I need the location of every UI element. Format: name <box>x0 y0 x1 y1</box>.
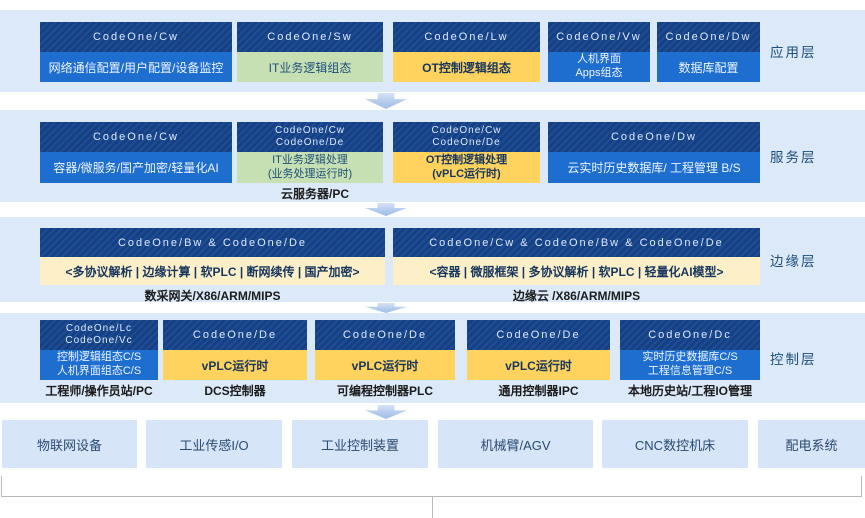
box-header: CodeOne/De <box>163 320 307 350</box>
arch-box-ctrl-station: CodeOne/Lc CodeOne/Vc 控制逻辑组态C/S 人机界面组态C/… <box>40 320 158 380</box>
arch-box-edge-cloud: CodeOne/Cw & CodeOne/Bw & CodeOne/De <容器… <box>393 228 760 285</box>
arch-box-ctrl-history: CodeOne/Dc 实时历史数据库C/S 工程信息管理C/S <box>620 320 760 380</box>
box-body: vPLC运行时 <box>467 350 610 380</box>
hardware-label-dcs: DCS控制器 <box>163 382 307 399</box>
layer-label-control: 控制层 <box>770 313 860 403</box>
device-box-cnc: CNC数控机床 <box>602 420 748 468</box>
box-header: CodeOne/Sw <box>237 22 383 52</box>
device-box-industrial-control: 工业控制装置 <box>292 420 428 468</box>
device-box-power-distribution: 配电系统 <box>758 420 865 468</box>
arch-box-svc-it: CodeOne/Cw CodeOne/De IT业务逻辑处理 (业务处理运行时) <box>237 122 383 183</box>
down-arrow-icon <box>365 303 407 313</box>
device-box-iot: 物联网设备 <box>2 420 137 468</box>
arch-box-app-dw: CodeOne/Dw 数据库配置 <box>657 22 760 82</box>
hardware-label-gateway: 数采网关/X86/ARM/MIPS <box>40 287 385 304</box>
box-header: CodeOne/De <box>467 320 610 350</box>
arch-box-svc-ot: CodeOne/Cw CodeOne/De OT控制逻辑处理 (vPLC运行时) <box>393 122 540 183</box>
box-header: CodeOne/De <box>315 320 455 350</box>
arch-box-ctrl-ipc: CodeOne/De vPLC运行时 <box>467 320 610 380</box>
arch-box-app-vw: CodeOne/Vw 人机界面 Apps组态 <box>548 22 650 82</box>
box-header: CodeOne/Dc <box>620 320 760 350</box>
down-arrow-icon <box>365 405 407 419</box>
box-body: 容器/微服务/国产加密/轻量化AI <box>40 152 232 183</box>
architecture-diagram: CodeOne/Cw 网络通信配置/用户配置/设备监控 CodeOne/Sw I… <box>0 0 865 518</box>
connector-line <box>432 497 433 518</box>
box-body: 云实时历史数据库/ 工程管理 B/S <box>548 152 760 183</box>
arch-box-edge-gateway: CodeOne/Bw & CodeOne/De <多协议解析 | 边缘计算 | … <box>40 228 385 285</box>
hardware-label-edge-cloud: 边缘云 /X86/ARM/MIPS <box>393 287 760 304</box>
device-box-sensor-io: 工业传感I/O <box>146 420 282 468</box>
box-header: CodeOne/Cw & CodeOne/Bw & CodeOne/De <box>393 228 760 257</box>
device-box-robot-agv: 机械臂/AGV <box>438 420 593 468</box>
box-body: IT业务逻辑组态 <box>237 52 383 82</box>
service-layer-band: CodeOne/Cw 容器/微服务/国产加密/轻量化AI CodeOne/Cw … <box>0 110 865 202</box>
box-body: OT控制逻辑组态 <box>393 52 540 82</box>
box-header: CodeOne/Cw <box>40 122 232 152</box>
box-header: CodeOne/Lw <box>393 22 540 52</box>
box-header: CodeOne/Dw <box>548 122 760 152</box>
arch-box-app-sw: CodeOne/Sw IT业务逻辑组态 <box>237 22 383 82</box>
arch-box-ctrl-plc: CodeOne/De vPLC运行时 <box>315 320 455 380</box>
box-body: 实时历史数据库C/S 工程信息管理C/S <box>620 350 760 380</box>
hardware-label-ipc: 通用控制器IPC <box>467 382 610 399</box>
edge-layer-band: CodeOne/Bw & CodeOne/De <多协议解析 | 边缘计算 | … <box>0 217 865 302</box>
box-header: CodeOne/Vw <box>548 22 650 52</box>
arch-box-app-cw: CodeOne/Cw 网络通信配置/用户配置/设备监控 <box>40 22 232 82</box>
down-arrow-icon <box>365 203 407 216</box>
box-header: CodeOne/Lc CodeOne/Vc <box>40 320 158 350</box>
arch-box-app-lw: CodeOne/Lw OT控制逻辑组态 <box>393 22 540 82</box>
box-header: CodeOne/Dw <box>657 22 760 52</box>
hardware-label-engineer-station: 工程师/操作员站/PC <box>15 382 183 399</box>
box-body: 网络通信配置/用户配置/设备监控 <box>40 52 232 82</box>
box-body: <容器 | 微服框架 | 多协议解析 | 软PLC | 轻量化AI模型> <box>393 257 760 285</box>
layer-label-edge: 边缘层 <box>770 217 860 302</box>
layer-label-application: 应用层 <box>770 10 860 92</box>
box-header: CodeOne/Cw CodeOne/De <box>393 122 540 152</box>
hardware-label-history-station: 本地历史站/工程IO管理 <box>608 382 772 399</box>
application-layer-band: CodeOne/Cw 网络通信配置/用户配置/设备监控 CodeOne/Sw I… <box>0 10 865 92</box>
box-body: vPLC运行时 <box>163 350 307 380</box>
control-layer-band: CodeOne/Lc CodeOne/Vc 控制逻辑组态C/S 人机界面组态C/… <box>0 313 865 403</box>
bottom-frame <box>1 476 862 497</box>
box-body: OT控制逻辑处理 (vPLC运行时) <box>393 152 540 183</box>
box-body: 人机界面 Apps组态 <box>548 52 650 82</box>
arch-box-svc-cw: CodeOne/Cw 容器/微服务/国产加密/轻量化AI <box>40 122 232 183</box>
box-body: <多协议解析 | 边缘计算 | 软PLC | 断网续传 | 国产加密> <box>40 257 385 285</box>
box-body: vPLC运行时 <box>315 350 455 380</box>
layer-label-service: 服务层 <box>770 110 860 202</box>
box-body: 数据库配置 <box>657 52 760 82</box>
box-header: CodeOne/Cw CodeOne/De <box>237 122 383 152</box>
box-header: CodeOne/Cw <box>40 22 232 52</box>
down-arrow-icon <box>365 93 407 109</box>
box-body: IT业务逻辑处理 (业务处理运行时) <box>237 152 383 183</box>
arch-box-svc-dw: CodeOne/Dw 云实时历史数据库/ 工程管理 B/S <box>548 122 760 183</box>
hardware-label-plc: 可编程控制器PLC <box>300 382 470 399</box>
hardware-label-cloud-server: 云服务器/PC <box>237 185 393 202</box>
box-header: CodeOne/Bw & CodeOne/De <box>40 228 385 257</box>
arch-box-ctrl-dcs: CodeOne/De vPLC运行时 <box>163 320 307 380</box>
box-body: 控制逻辑组态C/S 人机界面组态C/S <box>40 350 158 380</box>
